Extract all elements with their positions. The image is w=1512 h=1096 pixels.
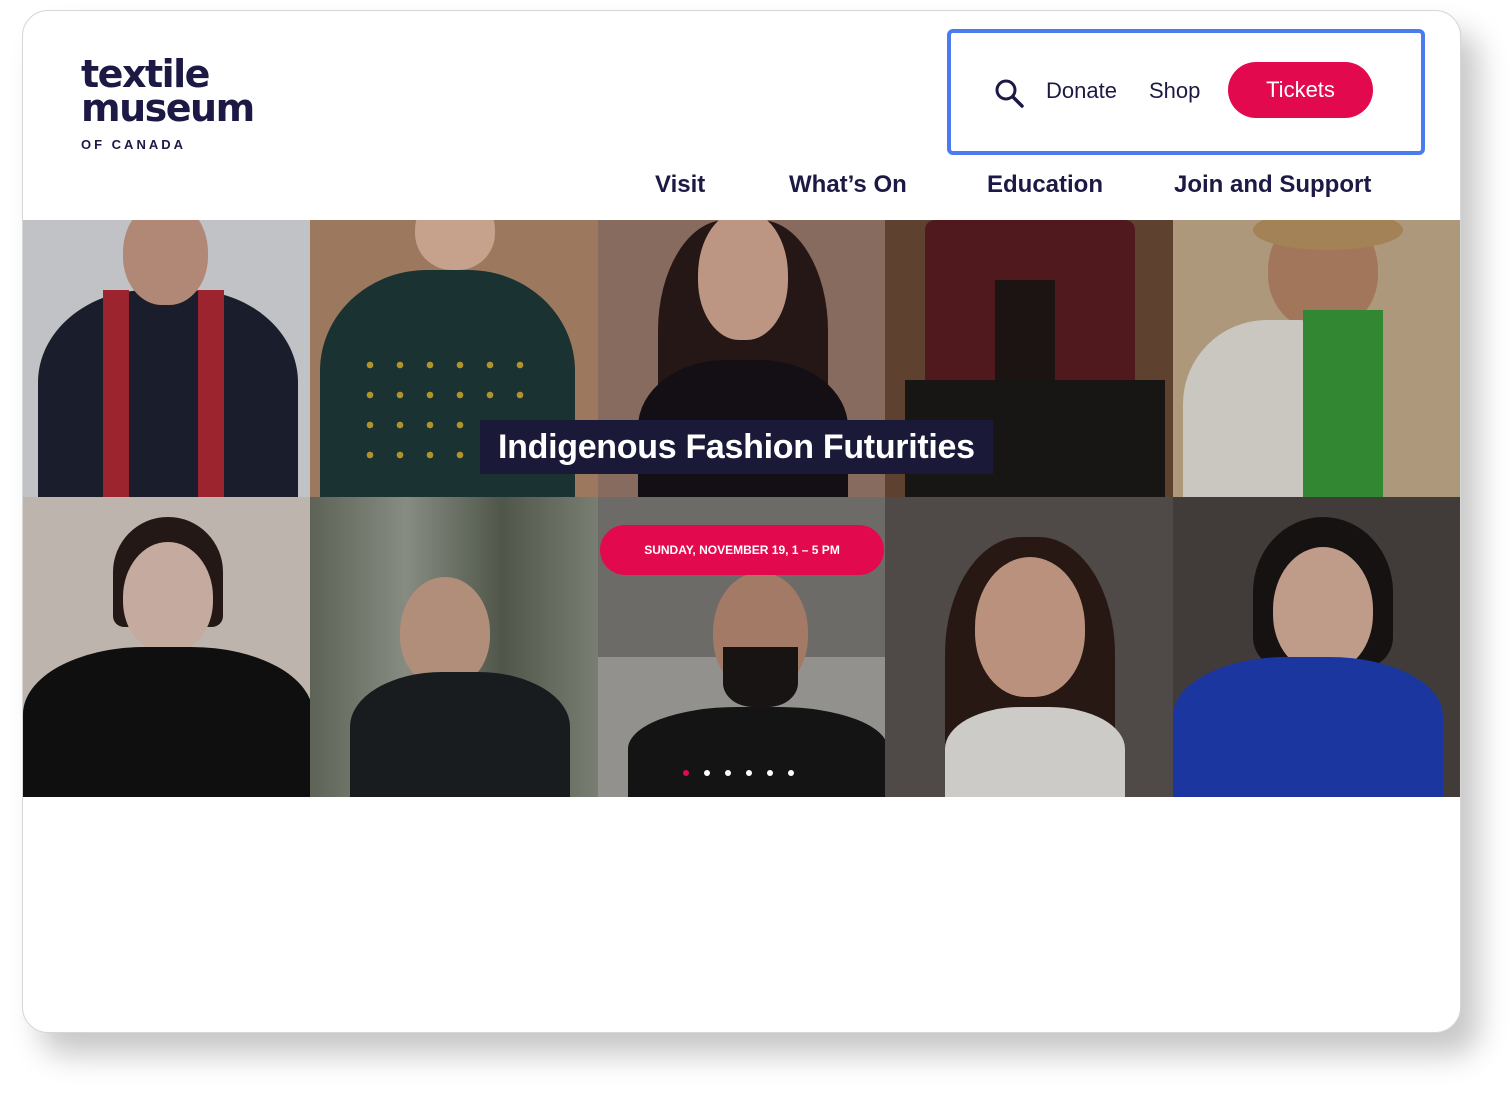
logo-line-2: museum [81, 86, 255, 130]
search-icon[interactable] [993, 77, 1025, 109]
portrait-tile [1172, 497, 1460, 797]
browser-frame: textile museum OF CANADA Donate Shop Tic… [22, 10, 1461, 1033]
portrait-tile [885, 497, 1173, 797]
nav-join-and-support[interactable]: Join and Support [1174, 171, 1371, 199]
nav-visit[interactable]: Visit [655, 171, 705, 199]
carousel-dot[interactable] [704, 770, 710, 776]
hero-title: Indigenous Fashion Futurities [480, 420, 993, 474]
nav-education[interactable]: Education [987, 171, 1103, 199]
nav-whats-on[interactable]: What’s On [789, 171, 907, 199]
donate-link[interactable]: Donate [1046, 78, 1117, 104]
portrait-tile [1172, 220, 1460, 497]
logo-line-3: OF CANADA [81, 137, 186, 152]
portrait-tile [23, 497, 311, 797]
site-logo[interactable]: textile museum OF CANADA [81, 55, 255, 152]
carousel-dot[interactable] [725, 770, 731, 776]
shop-link[interactable]: Shop [1149, 78, 1200, 104]
hero-date-badge[interactable]: SUNDAY, NOVEMBER 19, 1 – 5 PM [600, 525, 884, 575]
carousel-dot[interactable] [683, 770, 689, 776]
carousel-dots [683, 770, 794, 776]
tickets-button[interactable]: Tickets [1228, 62, 1373, 118]
portrait-tile [23, 220, 311, 497]
hero-carousel[interactable]: Indigenous Fashion Futurities SUNDAY, NO… [23, 220, 1460, 797]
carousel-dot[interactable] [746, 770, 752, 776]
portrait-tile [310, 497, 598, 797]
carousel-dot[interactable] [788, 770, 794, 776]
carousel-dot[interactable] [767, 770, 773, 776]
